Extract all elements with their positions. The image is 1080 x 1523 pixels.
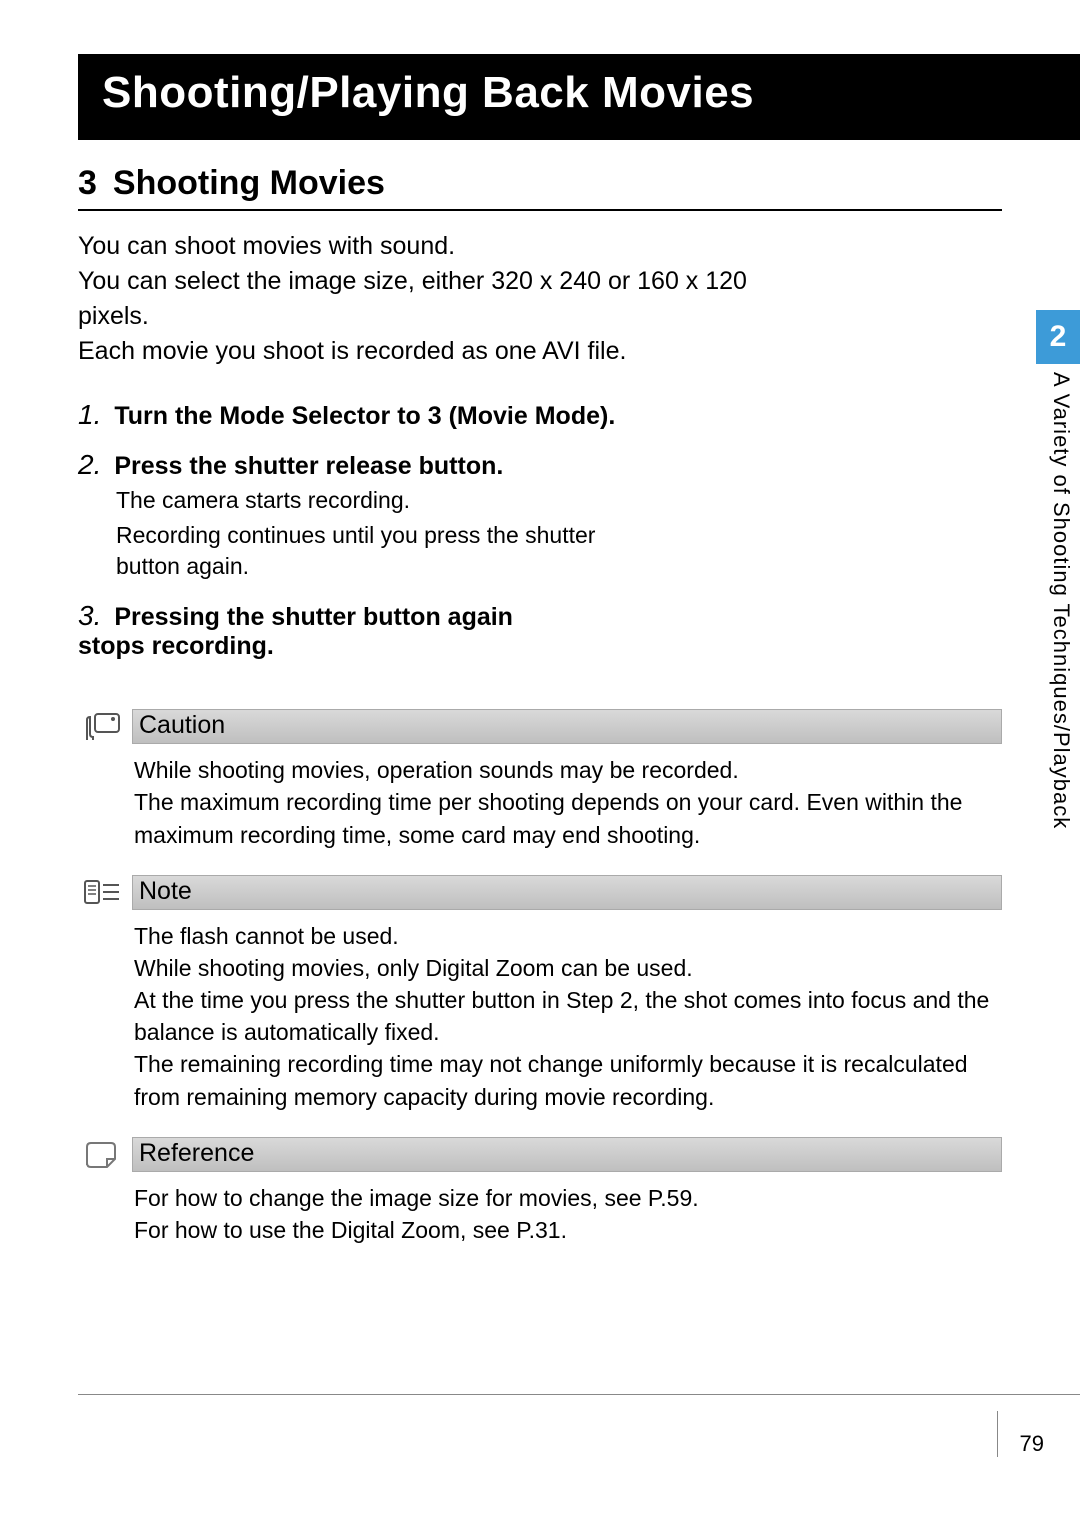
step-heading: Turn the Mode Selector to 3 (Movie Mode)…	[114, 402, 615, 430]
intro-line: Each movie you shoot is recorded as one …	[78, 334, 820, 369]
chapter-number-tab: 2	[1036, 310, 1080, 364]
section-title: Shooting Movies	[113, 164, 385, 203]
step-2: 2. Press the shutter release button. The…	[78, 449, 1002, 582]
step-1: 1. Turn the Mode Selector to 3 (Movie Mo…	[78, 399, 1002, 431]
movie-mode-icon: 3	[78, 164, 97, 203]
caution-icon	[78, 710, 124, 744]
reference-title: Reference	[132, 1137, 1002, 1172]
steps-list: 1. Turn the Mode Selector to 3 (Movie Mo…	[78, 399, 1002, 661]
step-number: 1.	[78, 399, 101, 430]
note-title: Note	[132, 875, 1002, 910]
note-body: The flash cannot be used. While shooting…	[134, 920, 1002, 1113]
caution-title: Caution	[132, 709, 1002, 744]
intro-paragraph: You can shoot movies with sound. You can…	[78, 229, 820, 369]
footer-rule	[78, 1394, 1080, 1395]
page-number: 79	[997, 1411, 1044, 1457]
caution-callout: Caution While shooting movies, operation…	[78, 709, 1002, 851]
reference-body: For how to change the image size for mov…	[134, 1182, 1002, 1246]
reference-icon	[78, 1137, 124, 1171]
chapter-side-label: A Variety of Shooting Techniques/Playbac…	[1048, 372, 1074, 829]
chapter-banner: Shooting/Playing Back Movies	[78, 54, 1080, 140]
reference-callout: Reference For how to change the image si…	[78, 1137, 1002, 1246]
caution-title-row: Caution	[78, 709, 1002, 744]
step-3: 3. Pressing the shutter button again sto…	[78, 600, 578, 661]
note-title-row: Note	[78, 875, 1002, 910]
step-heading: Pressing the shutter button again stops …	[78, 603, 513, 660]
manual-page: Shooting/Playing Back Movies 3 Shooting …	[0, 0, 1080, 1523]
step-subtext: The camera starts recording.	[116, 485, 596, 516]
intro-line: You can select the image size, either 32…	[78, 264, 820, 334]
section-title-row: 3 Shooting Movies	[78, 164, 1002, 211]
reference-title-row: Reference	[78, 1137, 1002, 1172]
step-number: 3.	[78, 600, 101, 631]
caution-body: While shooting movies, operation sounds …	[134, 754, 1002, 851]
note-callout: Note The flash cannot be used. While sho…	[78, 875, 1002, 1113]
intro-line: You can shoot movies with sound.	[78, 229, 820, 264]
note-icon	[78, 875, 124, 909]
step-heading: Press the shutter release button.	[114, 452, 503, 480]
step-number: 2.	[78, 449, 101, 480]
step-subtext: Recording continues until you press the …	[116, 520, 596, 582]
